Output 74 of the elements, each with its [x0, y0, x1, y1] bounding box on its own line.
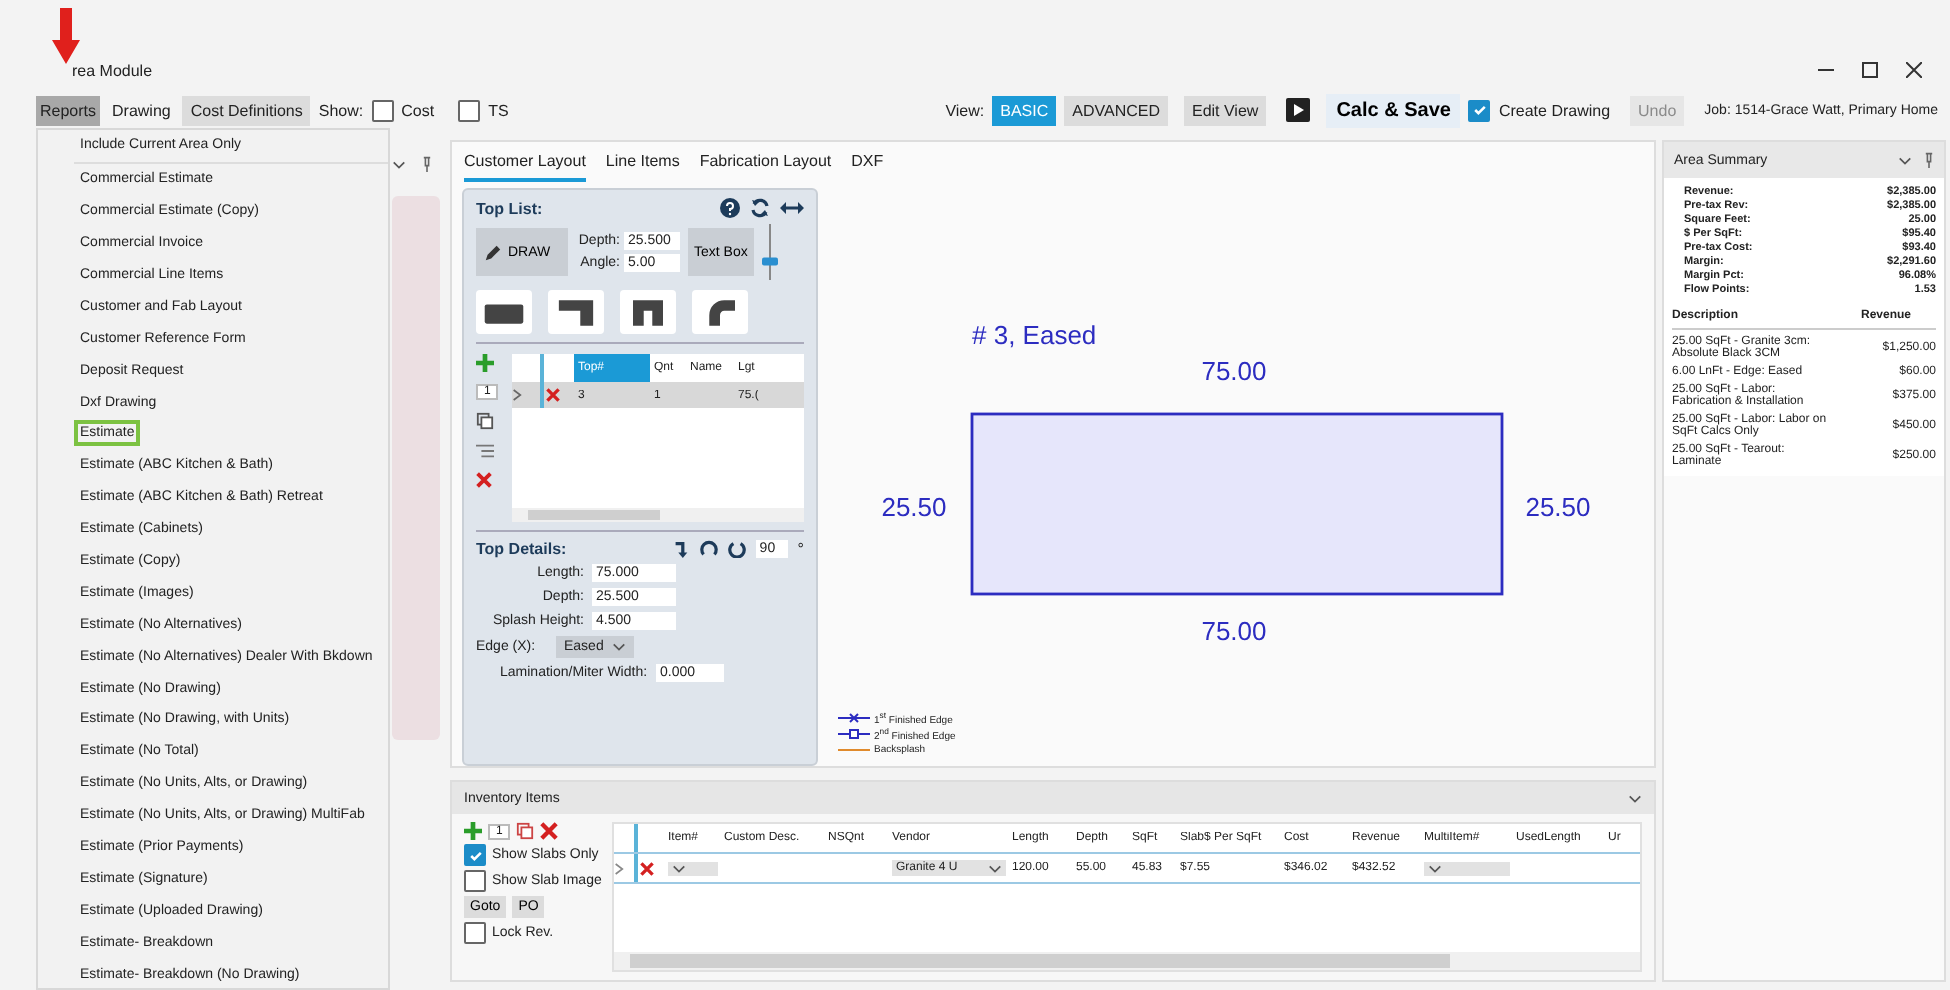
- dimension-label: 75.00: [1201, 356, 1267, 386]
- cost-definitions-button[interactable]: Cost Definitions: [182, 95, 311, 125]
- caret-icon: [611, 642, 626, 652]
- checkbox-label: Create Drawing: [1498, 101, 1611, 119]
- add-icon[interactable]: [476, 354, 494, 372]
- caret-icon: [988, 863, 1002, 873]
- delete-icon[interactable]: [476, 472, 492, 488]
- checkbox[interactable]: [464, 844, 486, 866]
- pencil-icon: [484, 243, 502, 261]
- shape-button[interactable]: [548, 290, 604, 334]
- checkmark-icon: [467, 847, 483, 863]
- expand-icon[interactable]: [614, 861, 624, 875]
- dimension-label: 75.00: [1201, 616, 1267, 646]
- scrollbar[interactable]: [614, 952, 1640, 970]
- delete-icon[interactable]: [546, 388, 560, 402]
- shape-icon: [554, 297, 598, 327]
- shape-button[interactable]: [620, 290, 676, 334]
- arrow-icon: [52, 8, 80, 64]
- dimension-label: 25.50: [1525, 492, 1591, 522]
- legend-line-icon: [838, 712, 870, 724]
- checkmark-icon: [1471, 102, 1488, 118]
- dimension-label: 25.50: [881, 492, 947, 522]
- checkbox[interactable]: [464, 922, 486, 944]
- window-title: rea Module: [72, 61, 153, 79]
- legend-line-icon: [838, 744, 870, 756]
- caret-icon: [392, 159, 406, 169]
- checkbox[interactable]: [458, 99, 481, 121]
- checkbox[interactable]: [371, 99, 394, 121]
- section-title: Top Details:: [476, 540, 567, 558]
- delete-icon[interactable]: [540, 822, 559, 840]
- tab[interactable]: Line Items: [605, 150, 680, 182]
- delete-icon[interactable]: [640, 861, 654, 875]
- dropdown-field[interactable]: [668, 861, 718, 875]
- add-icon[interactable]: [464, 822, 482, 840]
- checkbox-label: Cost: [401, 101, 435, 119]
- maximize-icon[interactable]: [1862, 62, 1878, 78]
- pin-icon[interactable]: [422, 156, 432, 172]
- refresh-icon[interactable]: [750, 198, 770, 218]
- checkbox[interactable]: [1468, 99, 1491, 121]
- dropdown-field[interactable]: [1424, 861, 1510, 875]
- menu-item[interactable]: Drawing: [108, 95, 175, 125]
- drawing-title: # 3, Eased: [972, 320, 1097, 350]
- video-icon[interactable]: [1286, 98, 1311, 122]
- calc-save-button[interactable]: Calc & Save: [1326, 93, 1461, 127]
- list-icon[interactable]: [476, 442, 494, 460]
- degree-label: °: [797, 540, 804, 558]
- menu-item[interactable]: Reports: [36, 95, 101, 125]
- tab[interactable]: Customer Layout: [464, 150, 586, 182]
- copy-icon[interactable]: [476, 412, 494, 430]
- checkbox-label: TS: [488, 101, 509, 119]
- caret-icon: [1428, 863, 1442, 873]
- copy-icon[interactable]: [516, 822, 535, 840]
- pin-icon[interactable]: [1924, 152, 1934, 168]
- expand-icon[interactable]: [512, 388, 522, 402]
- tab[interactable]: Fabrication Layout: [699, 150, 832, 182]
- section-title: Top List:: [476, 199, 543, 217]
- view-mode-button[interactable]: ADVANCED: [1064, 95, 1168, 125]
- caret-icon: [1898, 155, 1912, 165]
- checkbox[interactable]: [464, 870, 486, 892]
- slider-thumb[interactable]: [761, 257, 778, 266]
- view-label: View:: [945, 101, 985, 119]
- help-icon[interactable]: [720, 198, 740, 218]
- resize-icon[interactable]: [780, 202, 804, 214]
- shape-button[interactable]: [692, 290, 748, 334]
- legend-line-icon: [838, 728, 870, 740]
- shape-button[interactable]: [476, 290, 532, 334]
- scrollbar[interactable]: [512, 508, 804, 522]
- show-label: Show:: [318, 101, 364, 119]
- caret-icon: [672, 863, 686, 873]
- edit-view-button[interactable]: Edit View: [1183, 95, 1267, 125]
- caret-icon: [1628, 793, 1642, 803]
- countertop-shape[interactable]: [970, 412, 1504, 596]
- close-icon[interactable]: [1906, 62, 1922, 78]
- tab[interactable]: DXF: [851, 150, 884, 182]
